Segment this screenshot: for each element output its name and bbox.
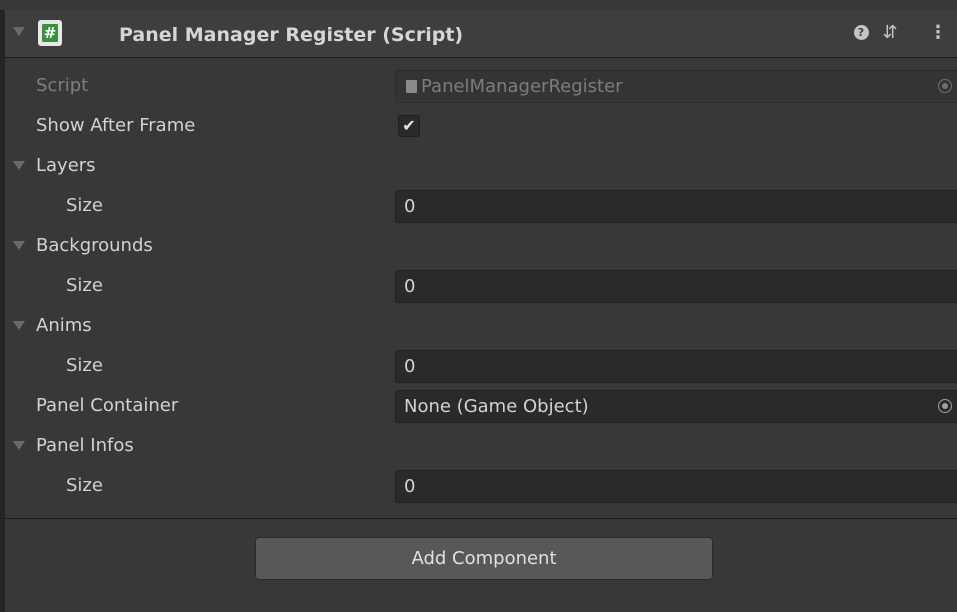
panel-infos-size-input[interactable]: 0 <box>395 470 957 503</box>
inspector-panel: # Panel Manager Register (Script) ? ⇵ ⋮ … <box>0 0 957 612</box>
object-picker-icon[interactable] <box>938 79 952 93</box>
backgrounds-label: Backgrounds <box>36 235 153 256</box>
panel-infos-size-label: Size <box>66 475 103 496</box>
panel-container-field[interactable]: None (Game Object) <box>395 390 957 423</box>
context-menu-icon[interactable]: ⋮ <box>927 22 949 44</box>
row-layers[interactable]: Layers <box>5 146 957 186</box>
layers-foldout-icon[interactable] <box>13 161 25 170</box>
script-field[interactable]: PanelManagerRegister <box>395 70 957 103</box>
anims-label: Anims <box>36 315 92 336</box>
row-panel-infos[interactable]: Panel Infos <box>5 426 957 466</box>
top-strip <box>0 0 957 10</box>
script-file-icon <box>406 80 417 93</box>
hash-glyph: # <box>42 24 58 42</box>
row-show-after-frame: Show After Frame ✔ <box>5 106 957 146</box>
row-layers-size: Size 0 <box>5 186 957 226</box>
help-icon[interactable]: ? <box>850 22 872 44</box>
backgrounds-foldout-icon[interactable] <box>13 241 25 250</box>
row-anims-size: Size 0 <box>5 346 957 386</box>
show-after-frame-label: Show After Frame <box>36 115 196 136</box>
checkmark-icon: ✔ <box>402 116 416 135</box>
component-header[interactable]: # Panel Manager Register (Script) ? ⇵ ⋮ <box>5 10 957 58</box>
row-backgrounds-size: Size 0 <box>5 266 957 306</box>
row-script: Script PanelManagerRegister <box>5 66 957 106</box>
row-panel-infos-size: Size 0 <box>5 466 957 506</box>
show-after-frame-checkbox[interactable]: ✔ <box>398 115 420 137</box>
foldout-arrow-icon[interactable] <box>13 27 25 36</box>
component-title: Panel Manager Register (Script) <box>119 24 464 46</box>
row-panel-container: Panel Container None (Game Object) <box>5 386 957 426</box>
backgrounds-size-label: Size <box>66 275 103 296</box>
row-backgrounds[interactable]: Backgrounds <box>5 226 957 266</box>
panel-infos-label: Panel Infos <box>36 435 134 456</box>
row-anims[interactable]: Anims <box>5 306 957 346</box>
help-glyph: ? <box>853 25 869 40</box>
layers-size-label: Size <box>66 195 103 216</box>
panel-container-value: None (Game Object) <box>404 396 589 417</box>
script-label: Script <box>36 75 89 96</box>
presets-icon[interactable]: ⇵ <box>879 22 901 44</box>
anims-size-label: Size <box>66 355 103 376</box>
panel-infos-foldout-icon[interactable] <box>13 441 25 450</box>
anims-size-input[interactable]: 0 <box>395 350 957 383</box>
layers-label: Layers <box>36 155 96 176</box>
panel-container-label: Panel Container <box>36 395 179 416</box>
object-picker-icon[interactable] <box>938 399 952 413</box>
csharp-script-icon: # <box>38 20 62 46</box>
backgrounds-size-input[interactable]: 0 <box>395 270 957 303</box>
script-value: PanelManagerRegister <box>421 76 623 97</box>
add-component-button[interactable]: Add Component <box>255 537 713 580</box>
anims-foldout-icon[interactable] <box>13 321 25 330</box>
divider <box>5 518 957 519</box>
layers-size-input[interactable]: 0 <box>395 190 957 223</box>
